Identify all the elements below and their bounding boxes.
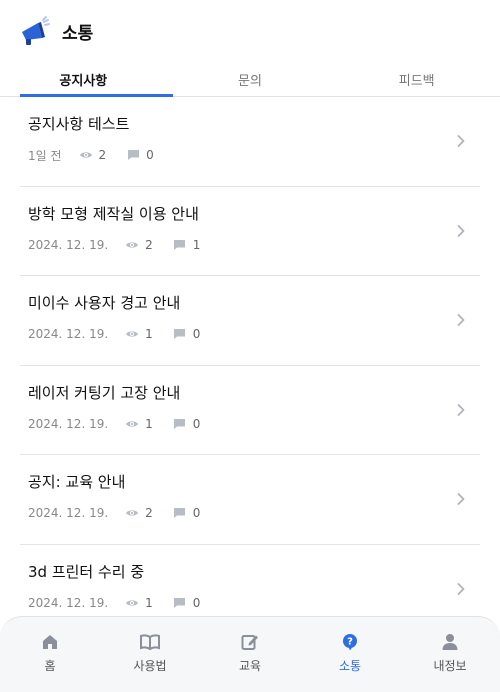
comment-icon (173, 417, 187, 431)
tab-inquiry[interactable]: 문의 (167, 62, 334, 96)
post-date: 2024. 12. 19. (28, 237, 109, 252)
comment-icon (173, 238, 187, 252)
nav-communication[interactable]: ? 소통 (300, 617, 400, 692)
eye-icon (125, 417, 139, 431)
post-title: 공지사항 테스트 (28, 115, 130, 133)
post-title: 공지: 교육 안내 (28, 473, 126, 491)
post-title: 3d 프린터 수리 중 (28, 562, 145, 581)
post-date: 2024. 12. 19. (28, 595, 109, 610)
tab-notice[interactable]: 공지사항 (0, 62, 173, 97)
comment-icon (173, 327, 187, 341)
nav-label-guide: 사용법 (133, 658, 167, 673)
post-title: 레이저 커팅기 고장 안내 (28, 383, 181, 402)
list-item[interactable]: 미이수 사용자 경고 안내 2024. 12. 19. 1 0 (20, 276, 480, 366)
home-icon (40, 632, 60, 652)
comment-count: 0 (146, 148, 154, 162)
nav-guide[interactable]: 사용법 (100, 617, 200, 692)
list-item[interactable]: 공지사항 테스트 1일 전 2 0 (20, 97, 480, 187)
nav-label-communication: 소통 (338, 658, 362, 673)
eye-icon (125, 596, 139, 610)
question-icon: ? (340, 632, 360, 652)
post-title: 방학 모형 제작실 이용 안내 (28, 204, 199, 223)
view-count: 1 (145, 595, 153, 610)
chevron-right-icon (457, 224, 465, 237)
chevron-right-icon (457, 403, 465, 416)
nav-home[interactable]: 홈 (0, 617, 100, 692)
chevron-right-icon (457, 314, 465, 327)
person-icon (440, 632, 460, 652)
post-date: 2024. 12. 19. (28, 506, 109, 520)
eye-icon (79, 148, 93, 162)
post-date: 2024. 12. 19. (28, 416, 109, 431)
nav-label-my-info: 내정보 (433, 658, 467, 673)
comment-count: 1 (192, 237, 201, 252)
comment-count: 0 (192, 416, 201, 431)
view-count: 1 (145, 416, 153, 431)
bottom-navigation: 홈 사용법 교육 ? 소통 내정보 (0, 616, 500, 692)
nav-label-home: 홈 (44, 658, 56, 673)
post-meta: 1일 전 2 0 (28, 147, 480, 163)
chevron-right-icon (457, 582, 465, 595)
post-meta: 2024. 12. 19. 1 0 (28, 326, 480, 342)
edit-icon (240, 632, 260, 652)
post-meta: 2024. 12. 19. 2 1 (28, 237, 480, 253)
nav-education[interactable]: 교육 (200, 617, 300, 692)
page-title: 소통 (62, 23, 94, 44)
view-count: 2 (145, 506, 153, 520)
chevron-right-icon (457, 135, 465, 148)
post-meta: 2024. 12. 19. 1 0 (28, 595, 480, 611)
comment-count: 0 (192, 506, 201, 520)
eye-icon (125, 238, 139, 252)
tab-bar: 공지사항 문의 피드백 (0, 62, 500, 97)
eye-icon (125, 506, 139, 520)
chevron-right-icon (457, 493, 465, 506)
list-item[interactable]: 레이저 커팅기 고장 안내 2024. 12. 19. 1 0 (20, 366, 480, 455)
book-icon (140, 632, 160, 652)
svg-text:?: ? (347, 636, 353, 647)
nav-my-info[interactable]: 내정보 (400, 617, 500, 692)
post-meta: 2024. 12. 19. 2 0 (28, 505, 480, 521)
tab-feedback[interactable]: 피드백 (333, 62, 500, 96)
app-header: 소통 (0, 0, 500, 62)
comment-icon (173, 596, 187, 610)
post-list: 공지사항 테스트 1일 전 2 0 방학 모형 제작실 이용 안내 2024. … (0, 97, 500, 634)
megaphone-logo-icon (22, 16, 50, 45)
view-count: 1 (145, 327, 153, 341)
list-item[interactable]: 공지: 교육 안내 2024. 12. 19. 2 0 (20, 455, 480, 545)
nav-label-education: 교육 (238, 658, 262, 673)
comment-count: 0 (192, 327, 201, 341)
comment-icon (126, 148, 140, 162)
post-date: 1일 전 (28, 148, 62, 163)
view-count: 2 (145, 237, 153, 252)
comment-count: 0 (192, 595, 201, 610)
post-title: 미이수 사용자 경고 안내 (28, 294, 181, 312)
list-item[interactable]: 방학 모형 제작실 이용 안내 2024. 12. 19. 2 1 (20, 187, 480, 276)
view-count: 2 (98, 148, 107, 162)
post-date: 2024. 12. 19. (28, 327, 109, 341)
post-meta: 2024. 12. 19. 1 0 (28, 416, 480, 432)
comment-icon (173, 506, 187, 520)
eye-icon (125, 327, 139, 341)
